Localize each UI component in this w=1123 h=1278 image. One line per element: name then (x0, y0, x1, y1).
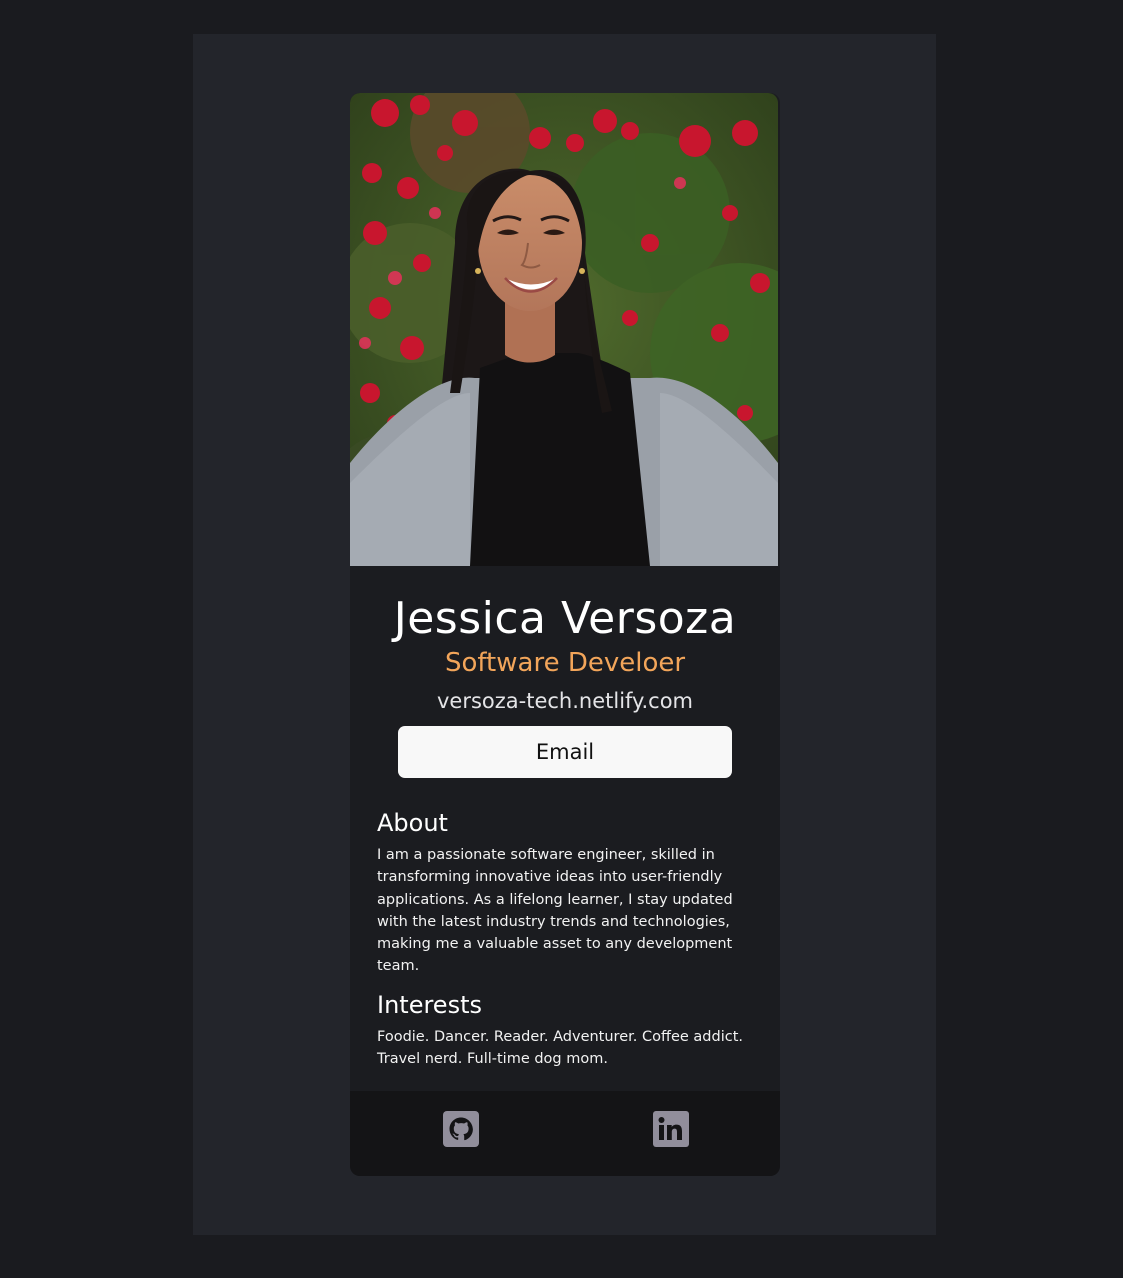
github-icon (443, 1111, 479, 1147)
email-button[interactable]: Email (398, 726, 732, 778)
profile-name: Jessica Versoza (393, 593, 737, 644)
github-link[interactable] (443, 1111, 479, 1147)
interests-heading: Interests (377, 991, 482, 1019)
interests-text: Foodie. Dancer. Reader. Adventurer. Coff… (377, 1029, 743, 1068)
profile-title: Software Develoer (444, 648, 686, 678)
about-heading: About (377, 809, 448, 837)
linkedin-icon (653, 1111, 689, 1147)
profile-card: Jessica Versoza Software Develoer versoz… (350, 93, 780, 1176)
social-footer (350, 1091, 780, 1176)
profile-website[interactable]: versoza-tech.netlify.com (350, 689, 780, 713)
linkedin-link[interactable] (653, 1111, 689, 1147)
about-text: I am a passionate software engineer, ski… (377, 847, 733, 975)
profile-photo (350, 93, 778, 566)
